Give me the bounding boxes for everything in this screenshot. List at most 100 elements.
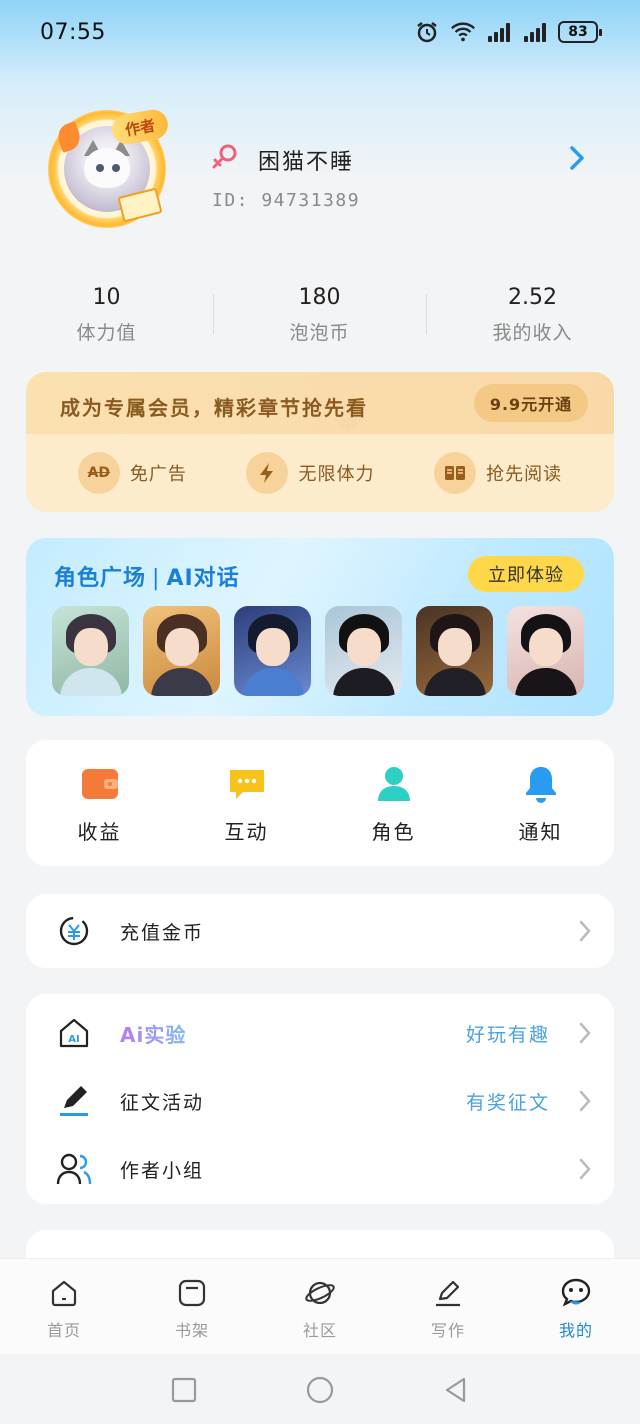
character-avatar[interactable] (416, 606, 493, 696)
planet-icon (304, 1277, 336, 1309)
home-button-icon[interactable] (306, 1376, 334, 1404)
username: 困猫不睡 (258, 150, 355, 175)
character-avatar[interactable] (234, 606, 311, 696)
vip-notch (332, 418, 364, 432)
list-item-label: 作者小组 (120, 1159, 205, 1182)
system-nav-bar (0, 1354, 640, 1424)
stat-value: 2.52 (508, 285, 557, 310)
status-bar: 07:55 83 (0, 0, 640, 68)
list-item-tagline: 有奖征文 (465, 1091, 550, 1114)
avatar[interactable]: 作者 (42, 106, 172, 230)
character-plaza-title: 角色广场 | AI对话 (54, 560, 240, 592)
write-icon (432, 1277, 464, 1309)
chat-bubble-icon (227, 764, 267, 804)
vip-features: AD 免广告 无限体力 抢先阅读 (26, 434, 614, 512)
quick-actions: 收益 互动 角色 通知 (26, 740, 614, 866)
vip-feature-label: 免广告 (129, 464, 187, 485)
vip-feature-label: 抢先阅读 (486, 464, 563, 485)
vip-feature-no-ads: AD 免广告 (77, 452, 187, 494)
status-icons: 83 (414, 20, 602, 44)
stat-label: 泡泡币 (289, 322, 350, 344)
bookshelf-icon (176, 1277, 208, 1309)
tab-label: 书架 (174, 1321, 209, 1340)
title-left: 角色广场 (54, 566, 147, 591)
status-time: 07:55 (40, 20, 106, 45)
person-icon (374, 764, 414, 804)
list-item-essay-contest[interactable]: 征文活动 有奖征文 (26, 1066, 614, 1136)
chevron-right-icon (579, 1090, 591, 1112)
quick-action-income[interactable]: 收益 (26, 740, 173, 866)
tab-bookshelf[interactable]: 书架 (128, 1259, 256, 1354)
chevron-right-icon (579, 1022, 591, 1044)
back-icon[interactable] (442, 1376, 470, 1404)
lightning-icon (246, 452, 289, 494)
quick-action-label: 互动 (224, 820, 269, 844)
stats-row: 10 体力值 180 泡泡币 2.52 我的收入 (0, 282, 640, 352)
title-separator: | (152, 566, 161, 591)
pen-icon (56, 1083, 92, 1119)
stat-income[interactable]: 2.52 我的收入 (426, 282, 639, 352)
quick-action-label: 通知 (518, 820, 563, 844)
character-avatar[interactable] (325, 606, 402, 696)
list-item-tagline: 好玩有趣 (465, 1023, 550, 1046)
tab-label: 首页 (46, 1321, 81, 1340)
recharge-label: 充值金币 (120, 921, 205, 944)
battery-icon: 83 (558, 21, 602, 43)
quick-action-label: 角色 (371, 820, 416, 844)
list-item-ai-lab[interactable]: AI Ai实验 好玩有趣 (26, 998, 614, 1068)
tab-label: 我的 (558, 1321, 593, 1340)
bell-icon (521, 764, 561, 804)
tab-mine[interactable]: 我的 (512, 1259, 640, 1354)
quick-action-label: 收益 (77, 820, 122, 844)
stat-bubble-coins[interactable]: 180 泡泡币 (213, 282, 426, 352)
character-avatar[interactable] (143, 606, 220, 696)
vip-feature-unlimited-stamina: 无限体力 (246, 452, 374, 494)
bottom-tab-bar: 首页 书架 社区 写作 我的 (0, 1258, 640, 1354)
female-icon (212, 144, 237, 169)
mine-icon (560, 1277, 592, 1309)
vip-feature-label: 无限体力 (298, 464, 375, 485)
wifi-icon (450, 20, 476, 44)
stat-stamina[interactable]: 10 体力值 (0, 282, 213, 352)
recharge-row[interactable]: 充值金币 (26, 894, 614, 968)
stat-label: 我的收入 (492, 322, 573, 344)
tab-community[interactable]: 社区 (256, 1259, 384, 1354)
vip-header: 成为专属会员，精彩章节抢先看 9.9元开通 (26, 372, 614, 434)
home-icon (48, 1277, 80, 1309)
signal-2-icon (522, 22, 548, 42)
character-avatar-row (52, 606, 584, 696)
quick-action-character[interactable]: 角色 (320, 740, 467, 866)
ad-icon: AD (77, 452, 120, 494)
feature-list: AI Ai实验 好玩有趣 征文活动 有奖征文 作者小组 (26, 994, 614, 1204)
tab-write[interactable]: 写作 (384, 1259, 512, 1354)
title-right: AI对话 (166, 566, 240, 591)
group-icon (56, 1151, 92, 1187)
list-item-author-group[interactable]: 作者小组 (26, 1134, 614, 1204)
try-now-button[interactable]: 立即体验 (468, 556, 584, 592)
wallet-icon (80, 764, 120, 804)
vip-open-button[interactable]: 9.9元开通 (474, 384, 588, 422)
ai-house-icon: AI (56, 1015, 92, 1051)
tab-label: 写作 (430, 1321, 465, 1340)
vip-title: 成为专属会员，精彩章节抢先看 (60, 396, 368, 420)
list-item-label: Ai实验 (120, 1019, 186, 1048)
quick-action-notify[interactable]: 通知 (467, 740, 614, 866)
character-avatar[interactable] (52, 606, 129, 696)
tab-home[interactable]: 首页 (0, 1259, 128, 1354)
chevron-right-icon (579, 920, 591, 942)
signal-1-icon (486, 22, 512, 42)
vip-card[interactable]: 成为专属会员，精彩章节抢先看 9.9元开通 AD 免广告 无限体力 抢先阅读 (26, 372, 614, 512)
svg-text:AI: AI (68, 1034, 79, 1045)
stat-label: 体力值 (76, 322, 137, 344)
coin-exchange-icon (56, 913, 92, 949)
stat-value: 180 (298, 285, 341, 310)
list-item-label: 征文活动 (120, 1091, 205, 1114)
character-plaza-card[interactable]: 角色广场 | AI对话 立即体验 (26, 538, 614, 716)
stat-value: 10 (92, 285, 121, 310)
profile-chevron-right-icon[interactable] (566, 144, 590, 172)
tab-label: 社区 (302, 1321, 337, 1340)
quick-action-interaction[interactable]: 互动 (173, 740, 320, 866)
character-avatar[interactable] (507, 606, 584, 696)
recent-apps-icon[interactable] (170, 1376, 198, 1404)
alarm-icon (414, 20, 440, 44)
